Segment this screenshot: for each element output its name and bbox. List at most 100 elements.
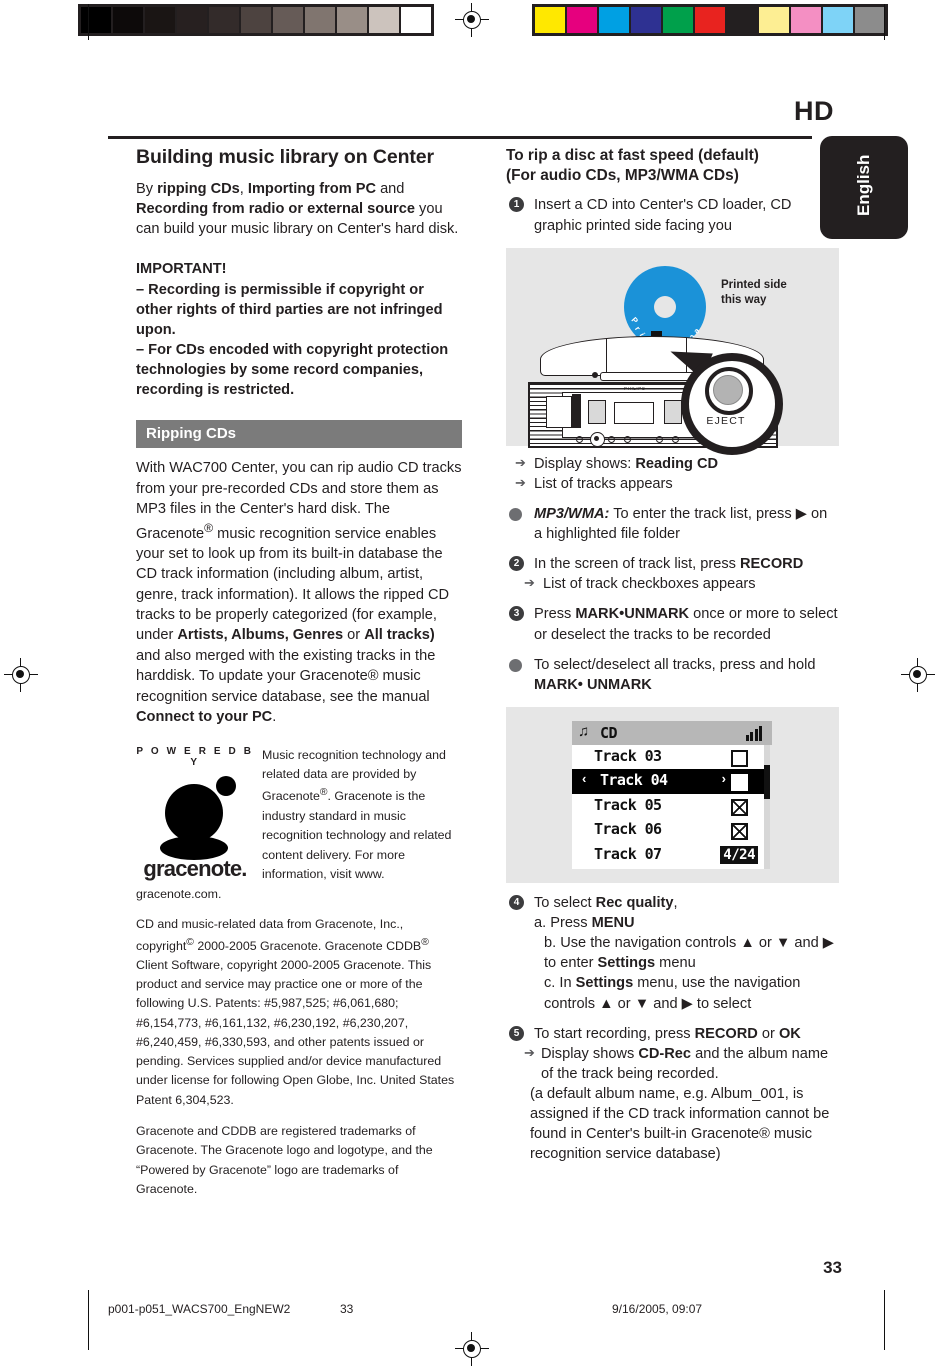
lcd-scrollbar[interactable] bbox=[764, 744, 770, 869]
list-item[interactable]: Track 06 bbox=[572, 818, 764, 843]
eject-label: EJECT bbox=[706, 414, 746, 427]
right-arrow-icon: ▶ bbox=[681, 995, 693, 1012]
gray-swatch bbox=[241, 7, 271, 33]
left-chevron-icon: ‹ bbox=[582, 771, 587, 787]
lcd-header: ♫ CD bbox=[572, 720, 772, 745]
step-5-note: (a default album name, e.g. Album_001, i… bbox=[530, 1086, 830, 1163]
list-item[interactable]: Track 05 bbox=[572, 794, 764, 819]
step-5-result-a: Display shows bbox=[541, 1045, 639, 1062]
color-control-bar bbox=[532, 4, 888, 36]
step-2-result: ➔ List of track checkboxes appears bbox=[515, 574, 839, 594]
music-note-icon: ♫ bbox=[578, 722, 590, 740]
track-label: Track 03 bbox=[594, 746, 662, 765]
color-swatch bbox=[791, 7, 821, 33]
step-5: 5 To start recording, press RECORD or OK… bbox=[506, 1024, 839, 1165]
step-4c-bold: Settings bbox=[575, 975, 634, 992]
eject-button-icon bbox=[713, 374, 743, 405]
list-item[interactable]: Track 03 bbox=[572, 745, 764, 770]
gracenote-figure-icon bbox=[136, 774, 254, 862]
intro-b2: Importing from PC bbox=[247, 181, 377, 197]
select-all-text: To select/deselect all tracks, press and… bbox=[534, 656, 816, 673]
important-item-2: – For CDs encoded with copyright protect… bbox=[136, 341, 449, 399]
step-4b-or: or bbox=[754, 935, 776, 952]
step-5-bold-ok: OK bbox=[778, 1025, 801, 1042]
track-checkbox[interactable] bbox=[731, 774, 748, 792]
right-arrow-glyph-icon: ▶ bbox=[795, 505, 807, 522]
cd-center-hole bbox=[654, 295, 676, 318]
step-4a-bold: MENU bbox=[591, 915, 635, 932]
procedure-title-line1: To rip a disc at fast speed (default) bbox=[506, 147, 759, 164]
step-4c-or: or bbox=[613, 995, 635, 1012]
step-1-result-1: ➔ Display shows: Reading CD bbox=[506, 454, 839, 474]
step-3-text-a: Press bbox=[534, 606, 576, 623]
right-arrow-icon: ▶ bbox=[822, 935, 835, 952]
important-item-1: – Recording is permissible if copyright … bbox=[136, 281, 443, 338]
bullet-icon bbox=[509, 658, 522, 672]
gray-swatch bbox=[81, 7, 111, 33]
result-1-bold: Reading CD bbox=[635, 455, 719, 472]
unit-brand-label: PHILIPS bbox=[624, 385, 646, 391]
gracenote-block: P O W E R E D B Y gracenote. Music recog… bbox=[136, 746, 462, 905]
step-4-lead-bold: Rec quality bbox=[595, 894, 674, 911]
select-all-bold: MARK• UNMARK bbox=[534, 676, 652, 693]
legal-sup2: ® bbox=[421, 936, 429, 948]
down-arrow-icon: ▼ bbox=[634, 995, 650, 1012]
track-checkbox-checked[interactable] bbox=[731, 823, 748, 841]
step-2: 2 In the screen of track list, press REC… bbox=[506, 554, 839, 594]
rip-sup1: ® bbox=[204, 520, 214, 535]
lcd-screen: ♫ CD Track 03 ‹ Track 04 › Track 05 Trac… bbox=[572, 720, 772, 869]
step-4b-end: to enter bbox=[544, 955, 598, 972]
section-title: Building music library on Center bbox=[136, 146, 435, 168]
track-checkbox[interactable] bbox=[731, 749, 748, 767]
print-footer: p001-p051_WACS700_EngNEW2 33 9/16/2005, … bbox=[0, 1296, 939, 1332]
result-2-text: List of tracks appears bbox=[534, 475, 673, 492]
step-number-4: 4 bbox=[509, 894, 524, 910]
lcd-track-rows: Track 03 ‹ Track 04 › Track 05 Track 06 … bbox=[572, 744, 764, 869]
intro-t1: By bbox=[136, 181, 158, 197]
bullet-mp3-wma: MP3/WMA: To enter the track list, press … bbox=[506, 504, 839, 544]
color-swatch bbox=[727, 7, 757, 33]
track-label: Track 05 bbox=[594, 795, 662, 814]
step-1: 1 Insert a CD into Center's CD loader, C… bbox=[506, 195, 839, 235]
gracenote-url: gracenote.com. bbox=[136, 886, 222, 901]
color-swatch bbox=[631, 7, 661, 33]
gray-swatch bbox=[369, 7, 399, 33]
gracenote-blurb: Music recognition technology and related… bbox=[262, 746, 462, 885]
footer-page: 33 bbox=[340, 1302, 354, 1316]
step-4c: c. In Settings menu, use the navigation … bbox=[534, 973, 839, 1013]
intro-b3: Recording from radio or external source bbox=[136, 201, 415, 218]
color-swatch bbox=[567, 7, 597, 33]
rip-b1: Artists, Albums, Genres bbox=[177, 627, 344, 644]
figure-lcd-track-list: ♫ CD Track 03 ‹ Track 04 › Track 05 Trac… bbox=[506, 706, 839, 883]
legal-paragraph-1: CD and music-related data from Gracenote… bbox=[136, 915, 462, 1109]
gray-swatch bbox=[113, 7, 143, 33]
left-column: Building music library on Center By ripp… bbox=[136, 146, 462, 1211]
step-2-text: In the screen of track list, press bbox=[534, 556, 741, 573]
up-arrow-icon: ▲ bbox=[740, 935, 755, 952]
chapter-title: HD bbox=[794, 96, 834, 126]
rip-b3: Connect to your PC bbox=[136, 709, 273, 726]
procedure-title: To rip a disc at fast speed (default) (F… bbox=[506, 146, 839, 185]
step-4b-text: b. Use the navigation controls bbox=[544, 935, 741, 952]
color-swatch bbox=[599, 7, 629, 33]
list-item[interactable]: Track 07 4/24 bbox=[572, 843, 764, 868]
track-checkbox-checked[interactable] bbox=[731, 798, 748, 816]
procedure-title-line2: (For audio CDs, MP3/WMA CDs) bbox=[506, 166, 739, 184]
right-column: To rip a disc at fast speed (default) (F… bbox=[506, 146, 839, 1165]
step-2-result-text: List of track checkboxes appears bbox=[543, 576, 756, 593]
figure-cd-loader: P r i n t e d S i d e Printed sidethis w… bbox=[506, 247, 839, 455]
step-3: 3 Press MARK•UNMARK once or more to sele… bbox=[506, 604, 839, 644]
list-item-selected[interactable]: ‹ Track 04 › bbox=[572, 769, 764, 794]
mp3-wma-label: MP3/WMA: bbox=[534, 505, 610, 522]
step-4c-tail: to select bbox=[692, 995, 752, 1012]
gracenote-logo: P O W E R E D B Y gracenote. bbox=[136, 746, 254, 882]
mp3-text-a: To enter the track list, press bbox=[609, 505, 796, 522]
intro-t2: , bbox=[239, 181, 248, 197]
powered-by-label: P O W E R E D B Y bbox=[136, 745, 254, 768]
step-1-text: Insert a CD into Center's CD loader, CD … bbox=[534, 197, 792, 234]
important-heading: IMPORTANT! bbox=[136, 261, 227, 278]
step-number-5: 5 bbox=[509, 1025, 524, 1041]
step-4b-tail: menu bbox=[655, 955, 696, 972]
up-arrow-icon: ▲ bbox=[599, 995, 614, 1012]
track-label: Track 07 bbox=[594, 844, 662, 863]
